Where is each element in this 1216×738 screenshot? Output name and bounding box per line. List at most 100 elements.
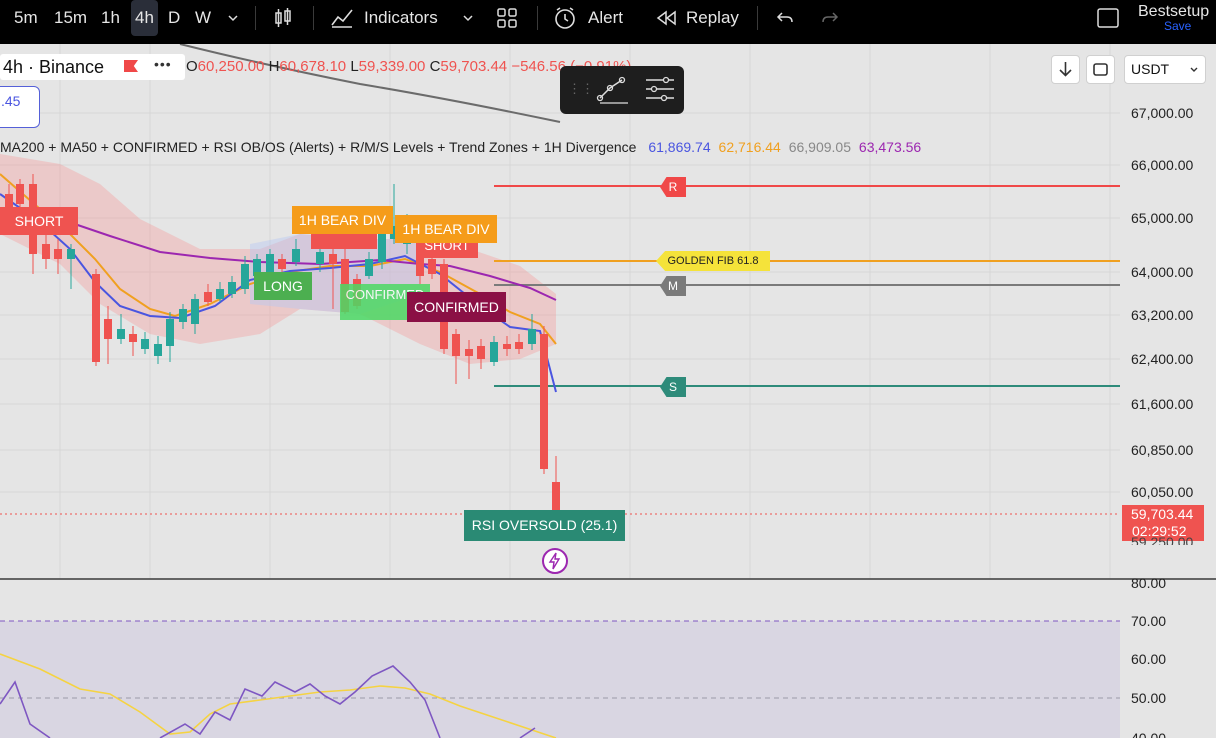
flag-icon[interactable] [124,60,138,72]
indicators-icon[interactable] [330,0,354,36]
alert-button[interactable]: Alert [588,0,623,36]
signal-bear-div-1[interactable]: 1H BEAR DIV [292,206,393,234]
indicator-title[interactable]: MA200 + MA50 + CONFIRMED + RSI OB/OS (Al… [0,139,636,155]
lightning-alert-icon[interactable] [542,548,568,574]
candle-body [266,254,274,274]
currency-chevron-icon [1190,67,1198,72]
download-arrow-icon[interactable] [1051,55,1080,84]
candle-body [515,342,523,349]
chart-pane[interactable]: 67,000.00 66,000.00 65,000.00 64,000.00 63,2… [0,44,1216,738]
timeframe-1h[interactable]: 1h [101,0,120,36]
settings-lines-icon[interactable] [644,76,676,109]
price-axis-label: 65,000.00 [1131,210,1193,226]
symbol-interval-exchange[interactable]: 4h · Binance [3,57,104,78]
candle-body [92,274,100,362]
candle-body [54,249,62,259]
price-tag-box[interactable]: .45 [0,86,40,128]
rsi-axis-label: 50.00 [1131,690,1166,706]
partial-price-label: 59,250.00 [1131,534,1194,545]
replay-icon[interactable] [655,0,677,36]
low-label: L [350,58,359,75]
candle-body [154,344,162,356]
candle-body [503,344,511,349]
timeframe-5m[interactable]: 5m [14,0,38,36]
timeframe-4h[interactable]: 4h [131,0,158,36]
candle-body [316,252,324,264]
redo-icon[interactable] [820,0,840,36]
candle-body [117,329,125,339]
price-axis-label: 60,850.00 [1131,442,1193,458]
timeframe-d[interactable]: D [168,0,180,36]
indicator-legend[interactable]: MA200 + MA50 + CONFIRMED + RSI OB/OS (Al… [0,139,921,155]
high-value: 60,678.10 [279,58,347,75]
indicators-chevron-icon[interactable] [462,0,474,36]
candle-body [378,232,386,262]
timeframe-w[interactable]: W [195,0,211,36]
chevron-down-icon[interactable] [227,0,239,36]
replay-button[interactable]: Replay [686,0,739,36]
drawing-style-icon[interactable] [596,74,630,111]
refresh-icon[interactable] [1086,55,1115,84]
low-value: 59,339.00 [358,58,426,75]
signal-bear-div-2[interactable]: 1H BEAR DIV [395,215,497,243]
signal-confirmed-red[interactable]: CONFIRMED [407,292,506,322]
candle-body [365,259,373,276]
candle-body [540,334,548,469]
layout-grid-icon[interactable] [496,0,518,36]
rsi-axis-label: 70.00 [1131,613,1166,629]
indicator-value-purple: 63,473.56 [858,139,922,155]
alert-clock-icon[interactable] [553,0,579,36]
currency-select[interactable]: USDT [1124,55,1206,84]
timeframe-15m[interactable]: 15m [54,0,87,36]
price-axis-label: 64,000.00 [1131,264,1193,280]
candle-body [465,349,473,356]
close-value: 59,703.44 [440,58,508,75]
price-axis-label: 67,000.00 [1131,105,1193,121]
candle-body [204,292,212,302]
symbol-header[interactable]: 4h · Binance ••• [0,54,185,80]
signal-short-1[interactable]: SHORT [0,207,78,235]
drag-handle-icon[interactable]: ⋮⋮ [568,81,594,97]
fullscreen-icon[interactable] [1096,0,1120,36]
candle-body [477,346,485,359]
candle-body [241,264,249,289]
price-axis-label: 60,050.00 [1131,484,1193,500]
candle-body [216,289,224,299]
top-toolbar: 5m 15m 1h 4h D W Indicators Alert Replay… [0,0,1216,40]
toolbar-divider [757,6,758,30]
price-axis-label: 62,400.00 [1131,351,1193,367]
indicator-value-gray: 66,909.05 [788,139,852,155]
rsi-axis-label: 80.00 [1131,575,1166,591]
floating-drawing-toolbar[interactable]: ⋮⋮ [560,66,684,114]
high-label: H [268,58,280,75]
rsi-band [0,621,1120,738]
price-axis-label: 66,000.00 [1131,157,1193,173]
save-button[interactable]: Save [1164,19,1191,33]
toolbar-divider [255,6,256,30]
signal-rsi-oversold[interactable]: RSI OVERSOLD (25.1) [464,510,625,541]
candle-body [16,184,24,204]
more-icon[interactable]: ••• [154,56,172,72]
indicators-button[interactable]: Indicators [364,0,438,36]
candle-body [528,329,536,344]
level-tag-golden-fib[interactable]: GOLDEN FIB 61.8 [656,251,770,271]
signal-long[interactable]: LONG [254,272,312,300]
candle-body [490,342,498,362]
candle-body [292,249,300,262]
toolbar-divider [537,6,538,30]
currency-value: USDT [1131,61,1170,77]
candles-icon[interactable] [272,0,294,36]
candle-body [179,309,187,322]
undo-icon[interactable] [775,0,795,36]
last-price-value: 59,703.44 [1131,506,1194,522]
candle-body [228,282,236,294]
candle-body [278,259,286,269]
candle-body [129,334,137,342]
close-label: C [429,58,441,75]
price-axis-label: 63,200.00 [1131,307,1193,323]
indicator-value-orange: 62,716.44 [718,139,781,155]
open-value: 60,250.00 [197,58,265,75]
indicator-value-blue: 61,869.74 [648,139,711,155]
price-axis-label: 61,600.00 [1131,396,1193,412]
candle-body [104,319,112,339]
